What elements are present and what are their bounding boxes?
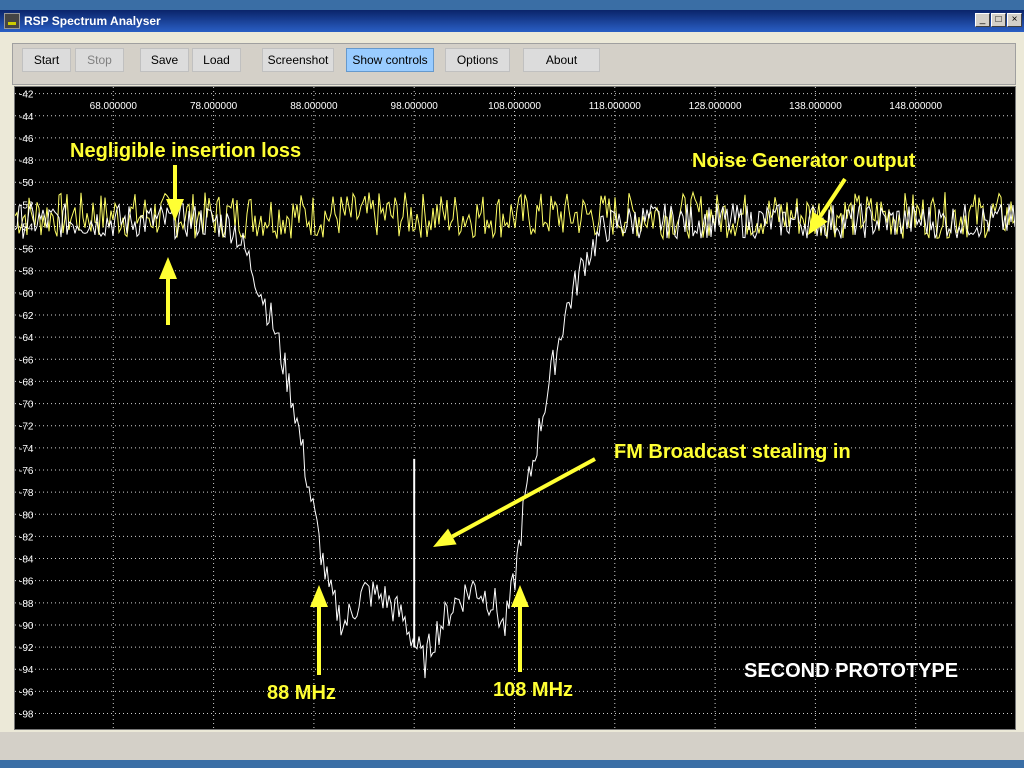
y-tick-label: -86 xyxy=(19,577,34,588)
y-tick-label: -70 xyxy=(19,400,34,411)
about-button[interactable]: About xyxy=(523,48,600,72)
y-tick-label: -68 xyxy=(19,377,34,388)
x-tick-label: 88.000000 xyxy=(290,101,338,112)
y-tick-label: -98 xyxy=(19,710,34,721)
annotation-second-prototype: SECOND PROTOTYPE xyxy=(744,660,958,682)
y-tick-label: -58 xyxy=(19,267,34,278)
y-tick-label: -48 xyxy=(19,156,34,167)
x-tick-label: 98.000000 xyxy=(391,101,439,112)
y-tick-label: -60 xyxy=(19,289,34,300)
y-tick-label: -92 xyxy=(19,643,34,654)
arrow-insertion-loss-down xyxy=(166,199,184,221)
screenshot-button[interactable]: Screenshot xyxy=(262,48,334,72)
x-tick-label: 148.000000 xyxy=(889,101,942,112)
y-tick-label: -56 xyxy=(19,245,34,256)
y-tick-label: -62 xyxy=(19,311,34,322)
x-tick-label: 118.000000 xyxy=(589,101,642,112)
options-button[interactable]: Options xyxy=(445,48,510,72)
y-tick-label: -78 xyxy=(19,488,34,499)
y-tick-label: -96 xyxy=(19,687,34,698)
spectrum-plot[interactable]: 68.000000 78.000000 88.000000 98.000000 108.… xyxy=(14,86,1016,730)
y-tick-label: -80 xyxy=(19,510,34,521)
annotation-noise-generator: Noise Generator output xyxy=(692,150,916,172)
title-bar[interactable]: RSP Spectrum Analyser _ □ × xyxy=(0,10,1024,32)
y-tick-label: -42 xyxy=(19,90,34,101)
show-controls-button[interactable]: Show controls xyxy=(346,48,434,72)
x-tick-label: 68.000000 xyxy=(90,101,138,112)
y-tick-label: -64 xyxy=(19,333,34,344)
maximize-button[interactable]: □ xyxy=(991,13,1006,27)
y-tick-label: -50 xyxy=(19,178,34,189)
annotation-108mhz: 108 MHz xyxy=(493,679,573,701)
x-tick-label: 108.000000 xyxy=(488,101,541,112)
annotation-fm-broadcast: FM Broadcast stealing in xyxy=(614,441,851,463)
close-button[interactable]: × xyxy=(1007,13,1022,27)
y-tick-label: -94 xyxy=(19,665,34,676)
toolbar: Start Stop Save Load Screenshot Show con… xyxy=(12,43,1016,85)
stop-button[interactable]: Stop xyxy=(75,48,124,72)
y-tick-label: -84 xyxy=(19,555,34,566)
annotation-insertion-loss: Negligible insertion loss xyxy=(70,140,301,162)
x-tick-label: 78.000000 xyxy=(190,101,238,112)
y-tick-label: -46 xyxy=(19,134,34,145)
app-icon xyxy=(4,13,20,29)
save-button[interactable]: Save xyxy=(140,48,189,72)
y-tick-label: -82 xyxy=(19,532,34,543)
x-tick-label: 138.000000 xyxy=(789,101,842,112)
spectrum-chart: 68.000000 78.000000 88.000000 98.000000 108.… xyxy=(15,87,1015,729)
y-tick-label: -76 xyxy=(19,466,34,477)
app-window: RSP Spectrum Analyser _ □ × Start Stop S… xyxy=(0,10,1024,760)
y-tick-label: -88 xyxy=(19,599,34,610)
y-tick-label: -66 xyxy=(19,355,34,366)
start-button[interactable]: Start xyxy=(22,48,71,72)
y-tick-label: -74 xyxy=(19,444,34,455)
y-tick-label: -90 xyxy=(19,621,34,632)
y-tick-label: -72 xyxy=(19,422,34,433)
window-title: RSP Spectrum Analyser xyxy=(24,14,161,28)
load-button[interactable]: Load xyxy=(192,48,241,72)
annotation-88mhz: 88 MHz xyxy=(267,682,336,704)
x-tick-label: 128.000000 xyxy=(689,101,742,112)
y-tick-label: -44 xyxy=(19,112,34,123)
arrow-fm-broadcast-shaft xyxy=(451,457,596,539)
status-bar xyxy=(0,732,1024,760)
arrow-108mhz xyxy=(511,585,529,607)
minimize-button[interactable]: _ xyxy=(975,13,990,27)
arrow-insertion-loss-up xyxy=(159,257,177,279)
arrow-88mhz xyxy=(310,585,328,607)
